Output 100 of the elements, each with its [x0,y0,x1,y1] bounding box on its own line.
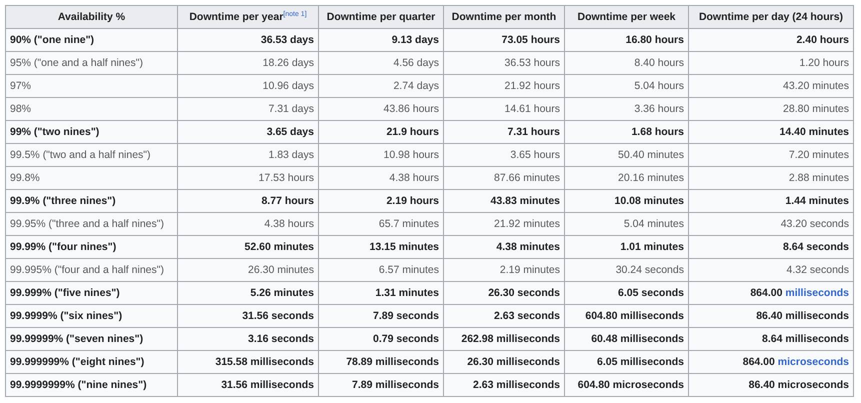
table-cell: 6.57 minutes [318,258,444,282]
table-cell: 10.08 minutes [564,190,688,212]
table-cell: 97% [6,74,178,98]
table-cell: 5.04 minutes [564,212,688,236]
table-cell: 2.19 minutes [444,258,564,282]
table-cell: 7.31 hours [444,120,564,144]
table-cell: 7.20 minutes [688,144,854,166]
table-cell: 14.40 minutes [688,120,854,144]
table-cell: 43.83 minutes [444,190,564,212]
column-header: Downtime per month [444,6,564,28]
table-cell: 99.995% ("four and a half nines") [6,258,178,282]
table-cell: 8.77 hours [178,190,318,212]
table-cell: 99.5% ("two and a half nines") [6,144,178,166]
table-cell: 52.60 minutes [178,236,318,258]
table-cell: 3.65 hours [444,144,564,166]
table-cell: 86.40 microseconds [688,374,854,396]
table-cell: 17.53 hours [178,166,318,190]
table-cell: 43.20 minutes [688,74,854,98]
unit-link[interactable]: milliseconds [785,286,849,298]
table-cell: 99.9% ("three nines") [6,190,178,212]
table-cell: 2.40 hours [688,28,854,52]
table-cell: 43.20 seconds [688,212,854,236]
table-cell: 4.56 days [318,52,444,74]
table-cell: 99.9999% ("six nines") [6,304,178,328]
column-header: Downtime per year$^{[note 1]}$ [178,6,318,28]
table-cell: 87.66 minutes [444,166,564,190]
table-cell: 98% [6,98,178,120]
table-cell: 90% ("one nine") [6,28,178,52]
table-cell: 0.79 seconds [318,328,444,350]
table-cell: 99% ("two nines") [6,120,178,144]
table-cell: 36.53 days [178,28,318,52]
table-cell: 3.16 seconds [178,328,318,350]
table-cell: 8.64 seconds [688,236,854,258]
column-header: Downtime per week [564,6,688,28]
table-cell: 99.99999% ("seven nines") [6,328,178,350]
table-cell: 86.40 milliseconds [688,304,854,328]
table-cell: 864.00 milliseconds [688,282,854,304]
table-cell: 2.63 milliseconds [444,374,564,396]
table-cell: 14.61 hours [444,98,564,120]
table-cell: 30.24 seconds [564,258,688,282]
table-cell: 4.38 hours [318,166,444,190]
table-cell: 13.15 minutes [318,236,444,258]
table-cell: 1.20 hours [688,52,854,74]
table-cell: 9.13 days [318,28,444,52]
table-cell: 262.98 milliseconds [444,328,564,350]
table-cell: 21.9 hours [318,120,444,144]
table-cell: 28.80 minutes [688,98,854,120]
table-cell: 1.83 days [178,144,318,166]
table-cell: 50.40 minutes [564,144,688,166]
table-cell: 6.05 seconds [564,282,688,304]
table-cell: 26.30 milliseconds [444,350,564,374]
table-cell: 99.99% ("four nines") [6,236,178,258]
table-cell: 8.64 milliseconds [688,328,854,350]
table-cell: 2.63 seconds [444,304,564,328]
table-cell: 7.31 days [178,98,318,120]
table-cell: 99.8% [6,166,178,190]
table-cell: 1.01 minutes [564,236,688,258]
table-cell: 864.00 microseconds [688,350,854,374]
table-cell: 18.26 days [178,52,318,74]
note-link[interactable]: [note 1] [283,11,307,18]
table-cell: 7.89 milliseconds [318,374,444,396]
column-header: Downtime per quarter [318,6,444,28]
table-cell: 10.98 hours [318,144,444,166]
table-cell: 604.80 milliseconds [564,304,688,328]
table-cell: 31.56 seconds [178,304,318,328]
table-cell: 1.68 hours [564,120,688,144]
table-cell: 3.36 hours [564,98,688,120]
table-cell: 99.999% ("five nines") [6,282,178,304]
column-header: Downtime per day (24 hours) [688,6,854,28]
table-cell: 65.7 minutes [318,212,444,236]
table-cell: 99.999999% ("eight nines") [6,350,178,374]
table-cell: 2.74 days [318,74,444,98]
table-cell: 8.40 hours [564,52,688,74]
table-cell: 7.89 seconds [318,304,444,328]
table-cell: 73.05 hours [444,28,564,52]
table-cell: 10.96 days [178,74,318,98]
table-cell: 36.53 hours [444,52,564,74]
table-cell: 4.38 hours [178,212,318,236]
table-cell: 20.16 minutes [564,166,688,190]
table-cell: 26.30 minutes [178,258,318,282]
table-cell: 315.58 milliseconds [178,350,318,374]
table-cell: 31.56 milliseconds [178,374,318,396]
table-cell: 604.80 microseconds [564,374,688,396]
table-cell: 78.89 milliseconds [318,350,444,374]
table-cell: 1.44 minutes [688,190,854,212]
table-cell: 21.92 hours [444,74,564,98]
table-cell: 21.92 minutes [444,212,564,236]
table-cell: 5.26 minutes [178,282,318,304]
table-cell: 43.86 hours [318,98,444,120]
table-cell: 3.65 days [178,120,318,144]
table-cell: 4.32 seconds [688,258,854,282]
table-cell: 2.88 minutes [688,166,854,190]
table-cell: 5.04 hours [564,74,688,98]
table-cell: 99.95% ("three and a half nines") [6,212,178,236]
unit-link[interactable]: microseconds [778,356,849,368]
table-cell: 99.9999999% ("nine nines") [6,374,178,396]
table-cell: 1.31 minutes [318,282,444,304]
table-cell: 26.30 seconds [444,282,564,304]
table-cell: 95% ("one and a half nines") [6,52,178,74]
table-cell: 16.80 hours [564,28,688,52]
